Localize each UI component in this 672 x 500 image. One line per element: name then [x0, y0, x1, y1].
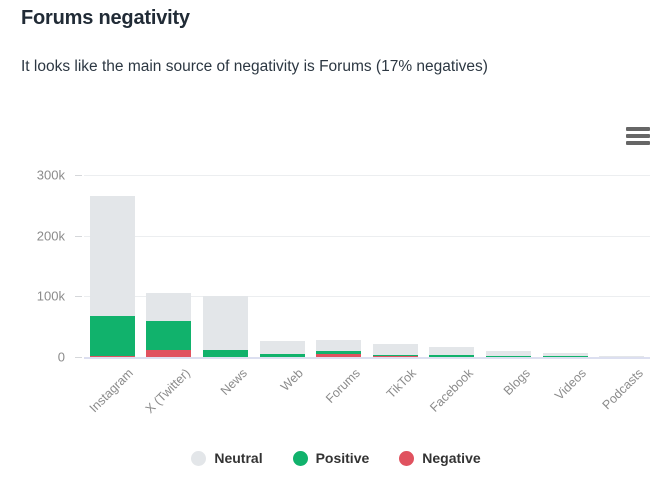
chart-legend: Neutral Positive Negative	[0, 450, 672, 466]
legend-swatch-icon	[292, 450, 308, 466]
bar-segment-neutral[interactable]	[203, 295, 248, 351]
legend-item-negative[interactable]: Negative	[399, 450, 481, 466]
legend-item-positive[interactable]: Positive	[292, 450, 370, 466]
bar-group[interactable]	[599, 355, 645, 357]
bar-series	[0, 0, 672, 500]
bar-segment-neutral[interactable]	[542, 353, 588, 357]
bar-group[interactable]	[429, 347, 475, 357]
legend-label: Negative	[422, 450, 481, 466]
bar-segment-positive[interactable]	[429, 354, 475, 357]
bar-group[interactable]	[486, 350, 531, 357]
bar-group[interactable]	[316, 340, 362, 357]
chart-plot-area: 0 100k 200k 300k Instagram X (Twitter) News We…	[0, 0, 672, 500]
bar-group[interactable]	[89, 195, 135, 357]
bar-segment-positive[interactable]	[372, 354, 418, 357]
legend-swatch-icon	[399, 450, 415, 466]
bar-group[interactable]	[203, 295, 248, 357]
bar-segment-positive[interactable]	[316, 350, 362, 355]
bar-segment-negative[interactable]	[316, 354, 362, 357]
legend-item-neutral[interactable]: Neutral	[191, 450, 263, 466]
bar-segment-neutral[interactable]	[146, 292, 192, 321]
legend-swatch-icon	[191, 450, 207, 466]
bar-group[interactable]	[146, 292, 192, 357]
chart-card: Forums negativity It looks like the main…	[0, 0, 672, 500]
bar-segment-neutral[interactable]	[429, 347, 475, 355]
bar-segment-neutral[interactable]	[316, 340, 362, 351]
bar-segment-positive[interactable]	[89, 316, 135, 357]
bar-segment-positive[interactable]	[259, 353, 305, 357]
bar-segment-neutral[interactable]	[259, 341, 305, 354]
bar-segment-positive[interactable]	[203, 350, 248, 357]
legend-label: Neutral	[214, 450, 263, 466]
bar-group[interactable]	[259, 341, 305, 357]
bar-group[interactable]	[372, 344, 418, 357]
bar-segment-neutral[interactable]	[89, 195, 135, 317]
bar-segment-neutral[interactable]	[372, 344, 418, 355]
bar-segment-neutral[interactable]	[486, 350, 531, 357]
bar-segment-negative[interactable]	[146, 349, 192, 357]
bar-segment-positive[interactable]	[146, 320, 192, 350]
bar-group[interactable]	[542, 353, 588, 357]
bar-segment-neutral[interactable]	[599, 355, 645, 357]
legend-label: Positive	[315, 450, 370, 466]
